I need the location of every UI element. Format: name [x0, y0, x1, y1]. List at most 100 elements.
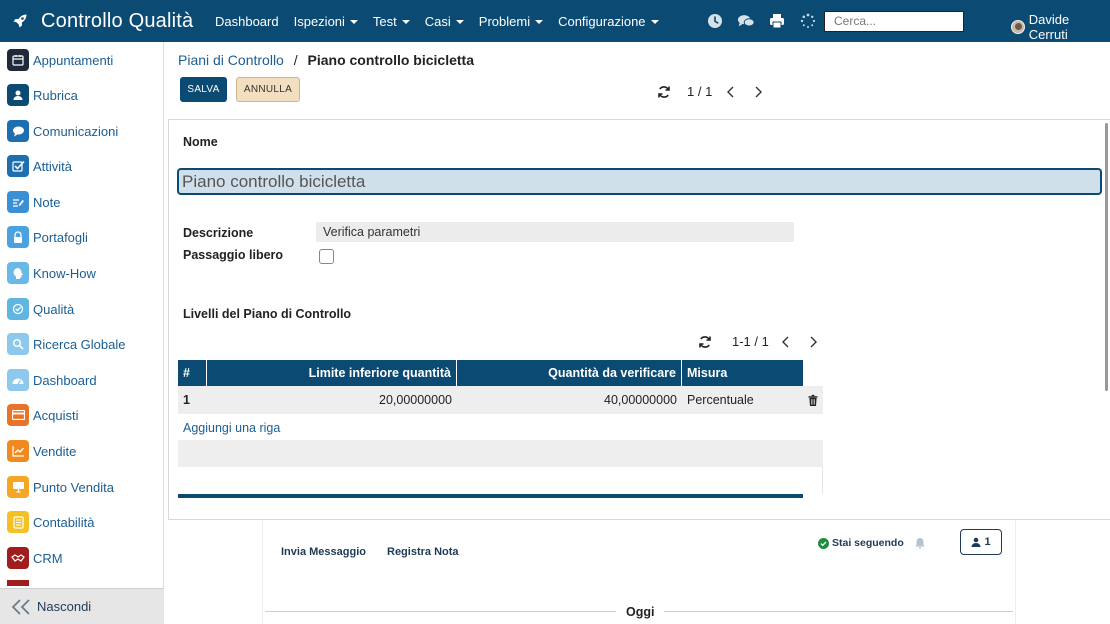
menu-ispezioni-label: Ispezioni [293, 13, 345, 29]
menu-configurazione-label: Configurazione [558, 13, 646, 29]
cancel-button[interactable]: ANNULLA [236, 77, 300, 102]
user-menu[interactable]: Davide Cerruti [1011, 12, 1110, 42]
sidebar-item-punto-vendita[interactable]: Punto Vendita [7, 475, 114, 499]
sidebar-item-note[interactable]: Note [7, 190, 60, 214]
scrollbar[interactable] [1105, 123, 1108, 391]
bell-icon[interactable] [914, 537, 926, 549]
hide-sidebar-button[interactable]: Nascondi [0, 588, 164, 624]
sidebar-item-crm[interactable]: CRM [7, 546, 63, 570]
description-field[interactable]: Verifica parametri [316, 222, 794, 242]
column-header-lower-limit[interactable]: Limite inferiore quantità [207, 360, 457, 386]
sidebar-item-dashboard[interactable]: Dashboard [7, 368, 97, 392]
sidebar-item-label: Punto Vendita [33, 479, 114, 495]
calendar-icon [7, 49, 29, 71]
menu-problemi[interactable]: Problemi [478, 13, 544, 29]
chevron-right-icon[interactable] [808, 336, 818, 348]
checkbox-icon [7, 155, 29, 177]
levels-pager: 1-1 / 1 [698, 334, 818, 349]
free-pass-checkbox[interactable] [319, 249, 334, 264]
menu-test[interactable]: Test [373, 14, 410, 29]
chat-icon[interactable] [737, 12, 755, 30]
followers-button[interactable]: 1 [960, 529, 1002, 555]
sidebar-item-rubrica[interactable]: Rubrica [7, 83, 78, 107]
save-button[interactable]: SALVA [180, 77, 227, 102]
followers-count: 1 [984, 536, 991, 548]
name-field[interactable]: Piano controllo bicicletta [177, 168, 1102, 195]
pager-value[interactable]: 1 / 1 [687, 84, 712, 99]
sidebar-item-label: Portafogli [33, 229, 88, 245]
table-header: # Limite inferiore quantità Quantità da … [178, 360, 803, 386]
search-input[interactable]: Cerca... [824, 11, 964, 32]
send-message-button[interactable]: Invia Messaggio [281, 546, 366, 558]
avatar [1011, 20, 1025, 34]
menu-casi-label: Casi [424, 13, 451, 29]
quality-icon [7, 298, 29, 320]
column-header-quantity[interactable]: Quantità da verificare [457, 360, 682, 386]
refresh-icon[interactable] [657, 85, 671, 99]
sidebar-item-ricerca-globale[interactable]: Ricerca Globale [7, 332, 126, 356]
main-menu: Dashboard Ispezioni Test Casi Problemi C… [215, 14, 674, 29]
row-quantity[interactable]: 40,00000000 [457, 386, 682, 414]
free-pass-label: Passaggio libero [183, 248, 284, 262]
sidebar-item-label: Know-How [33, 265, 96, 281]
sidebar-item-partial [7, 580, 33, 586]
caret-down-icon [349, 20, 358, 25]
levels-pager-value[interactable]: 1-1 / 1 [732, 334, 769, 349]
sidebar-item-portafogli[interactable]: Portafogli [7, 225, 88, 249]
date-separator-label: Oggi [616, 605, 665, 619]
refresh-icon[interactable] [698, 335, 712, 349]
chevron-left-icon[interactable] [781, 336, 791, 348]
page-title: Piano controllo bicicletta [307, 52, 474, 68]
sidebar-item-label: Note [33, 194, 61, 210]
menu-dashboard[interactable]: Dashboard [215, 14, 279, 29]
partial-icon [7, 580, 29, 586]
printer-icon[interactable] [768, 12, 786, 30]
menu-dashboard-label: Dashboard [215, 13, 279, 29]
table-empty-row [178, 467, 823, 494]
sidebar-item-label: Contabilità [33, 514, 95, 530]
description-label: Descrizione [183, 226, 254, 240]
menu-casi[interactable]: Casi [425, 14, 464, 29]
head-icon [7, 262, 29, 284]
sidebar-item-label: Dashboard [33, 372, 97, 388]
sidebar-item-know-how[interactable]: Know-How [7, 261, 96, 285]
sidebar-item-appuntamenti[interactable]: Appuntamenti [7, 48, 113, 72]
sidebar-item-acquisti[interactable]: Acquisti [7, 403, 79, 427]
handshake-icon [7, 547, 29, 569]
double-chevron-left-icon [11, 598, 30, 615]
sidebar-item-comunicazioni[interactable]: Comunicazioni [7, 119, 118, 143]
breadcrumb: Piani di Controllo / Piano controllo bic… [178, 52, 474, 68]
menu-ispezioni[interactable]: Ispezioni [294, 14, 358, 29]
sidebar-item-qualita[interactable]: Qualità [7, 297, 74, 321]
app-brand[interactable]: Controllo Qualità [0, 10, 215, 33]
sidebar-item-label: Comunicazioni [33, 123, 119, 139]
column-header-number[interactable]: # [178, 360, 207, 386]
sidebar-item-label: Vendite [33, 443, 77, 459]
sidebar-item-attivita[interactable]: Attività [7, 154, 72, 178]
follow-status-label: Stai seguendo [832, 537, 904, 549]
breadcrumb-parent-link[interactable]: Piani di Controllo [178, 52, 284, 68]
table-row[interactable]: 1 20,00000000 40,00000000 Percentuale [178, 386, 823, 414]
add-line-link[interactable]: Aggiungi una riga [183, 421, 280, 435]
search-icon [7, 333, 29, 355]
contacts-icon [7, 84, 29, 106]
chevron-left-icon[interactable] [726, 86, 736, 98]
chat-bubble-icon [7, 120, 29, 142]
menu-configurazione[interactable]: Configurazione [558, 13, 659, 29]
row-measure[interactable]: Percentuale [682, 386, 803, 414]
follow-status-button[interactable]: Stai seguendo [818, 537, 904, 549]
sidebar-item-label: Ricerca Globale [33, 336, 126, 352]
clock-icon[interactable] [706, 12, 724, 30]
sidebar-item-contabilita[interactable]: Contabilità [7, 510, 94, 534]
menu-problemi-label: Problemi [478, 13, 531, 29]
app-sidebar: Appuntamenti Rubrica Comunicazioni Attiv… [0, 42, 164, 624]
app-title: Controllo Qualità [41, 9, 194, 32]
column-header-measure[interactable]: Misura [682, 360, 803, 386]
sidebar-item-label: Appuntamenti [33, 52, 114, 68]
trash-icon[interactable] [803, 386, 823, 414]
log-note-button[interactable]: Registra Nota [387, 546, 459, 558]
chevron-right-icon[interactable] [753, 86, 763, 98]
row-lower-limit[interactable]: 20,00000000 [207, 386, 457, 414]
lock-icon [7, 226, 29, 248]
sidebar-item-vendite[interactable]: Vendite [7, 439, 76, 463]
